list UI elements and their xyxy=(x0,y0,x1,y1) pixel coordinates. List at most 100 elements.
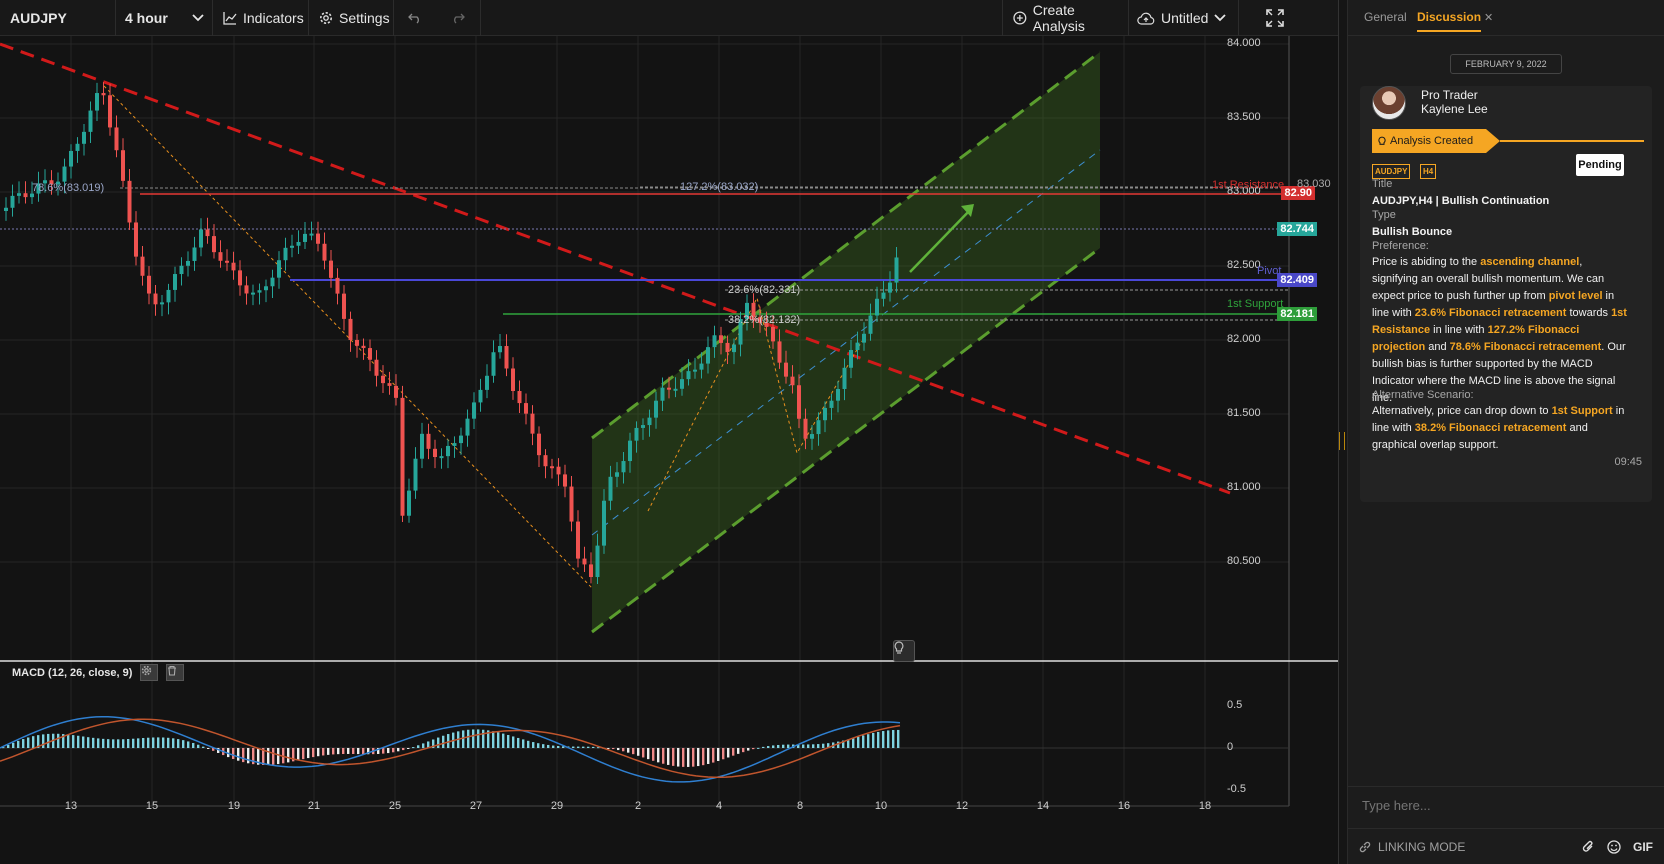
macd-histogram-bar xyxy=(232,748,235,759)
macd-histogram-bar xyxy=(807,744,810,748)
analysis-created-banner: Analysis Created xyxy=(1372,129,1644,153)
macd-line xyxy=(0,715,901,783)
candle-body xyxy=(829,400,834,408)
candle-body xyxy=(368,348,372,360)
plus-circle-icon xyxy=(1013,11,1027,25)
macd-histogram-bar xyxy=(717,748,720,761)
create-analysis-button[interactable]: Create Analysis xyxy=(1002,0,1129,36)
macd-histogram-bar xyxy=(297,748,300,761)
candle-body xyxy=(621,461,626,473)
candle-body xyxy=(628,440,632,462)
macd-histogram-bar xyxy=(92,737,95,748)
settings-label: Settings xyxy=(339,10,390,26)
highlighted-term: 38.2% Fibonacci retracement xyxy=(1414,422,1567,434)
ascending-channel-fill[interactable] xyxy=(592,52,1100,632)
interval-dropdown[interactable]: 4 hour xyxy=(116,0,213,36)
candle-body xyxy=(238,270,242,286)
redo-icon xyxy=(454,13,465,24)
candle-body xyxy=(446,445,450,457)
text-segment: Price is abiding to the xyxy=(1372,256,1481,268)
macd-histogram-bar xyxy=(897,729,900,748)
linking-mode-toggle[interactable]: LINKING MODE xyxy=(1358,840,1465,854)
indicators-button[interactable]: Indicators xyxy=(213,0,309,36)
candle-body xyxy=(777,341,782,363)
candle-body xyxy=(257,290,262,293)
macd-histogram-bar xyxy=(867,734,870,748)
tab-general[interactable]: General xyxy=(1364,10,1407,24)
macd-histogram-bar xyxy=(517,737,520,748)
candle-body xyxy=(680,379,684,389)
analysis-created-label: Analysis Created xyxy=(1390,135,1474,147)
candle-body xyxy=(212,236,216,253)
candle-body xyxy=(4,207,8,211)
candle-body xyxy=(394,385,398,398)
candle-body xyxy=(634,427,639,441)
symbol-selector[interactable]: AUDJPY xyxy=(0,0,116,36)
attachment-icon[interactable] xyxy=(1582,840,1595,854)
avatar[interactable] xyxy=(1372,86,1406,120)
macd-histogram-bar xyxy=(237,748,240,761)
candle-body xyxy=(205,229,210,237)
macd-indicator xyxy=(0,715,1289,783)
date-tick-label: 2 xyxy=(634,800,642,812)
macd-histogram-bar xyxy=(727,748,730,758)
fullscreen-icon xyxy=(1266,9,1284,27)
highlighted-term: pivot level xyxy=(1548,290,1603,302)
tab-discussion[interactable]: Discussion xyxy=(1417,10,1482,32)
idea-marker-button[interactable] xyxy=(893,640,915,662)
macd-tick-label: -0.5 xyxy=(1227,783,1246,795)
macd-histogram-bar xyxy=(557,745,560,748)
redo-button[interactable] xyxy=(436,0,481,36)
candle-body xyxy=(797,385,801,419)
candle-body xyxy=(244,285,249,294)
candle-body xyxy=(23,193,28,198)
layout-dropdown[interactable]: Untitled xyxy=(1129,0,1239,36)
candle-body xyxy=(465,418,470,436)
settings-button[interactable]: Settings xyxy=(309,0,394,36)
undo-icon xyxy=(408,13,419,24)
candle-body xyxy=(82,131,86,144)
price-chart[interactable]: 84.000 83.500 83.000 82.500 82.000 81.500 81.0… xyxy=(0,36,1347,864)
macd-histogram-bar xyxy=(287,748,290,763)
macd-histogram-bar xyxy=(47,733,50,748)
macd-histogram-bar xyxy=(142,738,145,748)
macd-histogram-bar xyxy=(272,748,275,765)
macd-settings-button[interactable] xyxy=(140,664,158,681)
candle-body xyxy=(530,413,535,434)
candle-body xyxy=(816,420,821,435)
preference-text: Price is abiding to the ascending channe… xyxy=(1372,254,1630,407)
candle-body xyxy=(472,402,476,419)
author-name[interactable]: Kaylene Lee xyxy=(1421,102,1488,116)
undo-button[interactable] xyxy=(394,0,436,36)
resize-handle-icon[interactable] xyxy=(1339,432,1345,450)
create-analysis-label: Create Analysis xyxy=(1032,2,1085,34)
fullscreen-button[interactable] xyxy=(1239,0,1311,36)
macd-delete-button[interactable] xyxy=(166,664,184,681)
candle-body xyxy=(108,95,112,128)
macd-histogram-bar xyxy=(172,738,175,748)
fib-swing-line xyxy=(103,85,593,589)
macd-histogram-bar xyxy=(542,744,545,748)
message-input[interactable] xyxy=(1360,797,1653,814)
candle-body xyxy=(576,521,580,559)
candle-body xyxy=(842,367,847,389)
emoji-icon[interactable] xyxy=(1607,839,1621,854)
macd-histogram-bar xyxy=(307,748,310,759)
macd-histogram-bar xyxy=(57,733,60,748)
macd-histogram-bar xyxy=(67,734,70,748)
alternative-text: Alternatively, price can drop down to 1s… xyxy=(1372,403,1630,454)
macd-histogram-bar xyxy=(137,738,140,748)
macd-histogram-bar xyxy=(157,737,160,748)
candle-body xyxy=(569,486,574,522)
chevron-down-icon xyxy=(192,14,204,22)
candle-body xyxy=(283,247,288,261)
gif-button[interactable]: GIF xyxy=(1633,840,1653,854)
macd-histogram-bar xyxy=(547,744,550,748)
macd-histogram-bar xyxy=(662,748,665,764)
macd-histogram-bar xyxy=(482,729,485,748)
chart-canvas[interactable] xyxy=(0,36,1347,864)
analysis-card: Pro Trader Kaylene Lee Analysis Created … xyxy=(1360,86,1652,502)
close-icon[interactable]: ✕ xyxy=(1484,11,1493,24)
candle-body xyxy=(556,466,561,475)
macd-histogram-bar xyxy=(527,740,530,748)
